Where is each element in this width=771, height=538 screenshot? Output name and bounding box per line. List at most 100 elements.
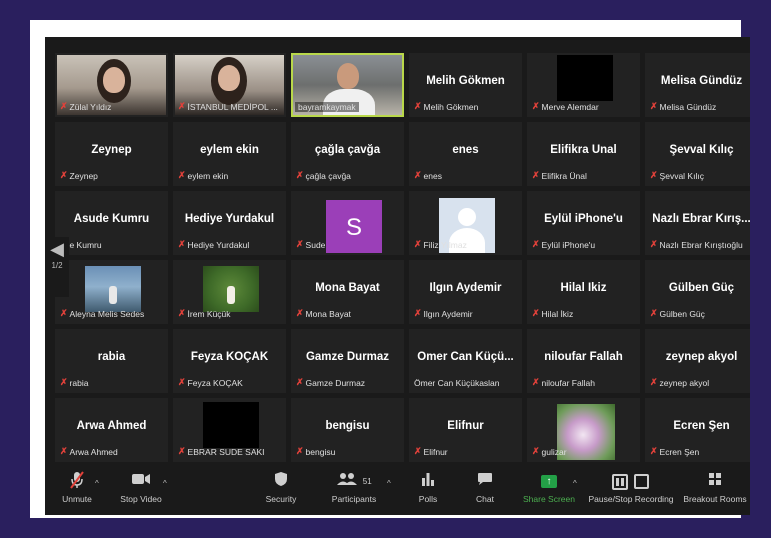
participant-tile[interactable]: Mona Bayat ✗ Mona Bayat <box>291 260 404 324</box>
participant-name: Gamze Durmaz <box>305 377 366 388</box>
participant-name: Hediye Yurdakul <box>187 239 250 250</box>
participant-tile[interactable]: ✗ Zülal Yıldız <box>55 53 168 117</box>
mic-muted-icon: ✗ <box>532 170 540 180</box>
unmute-label: Unmute <box>62 494 92 504</box>
participant-display-name: Eylül iPhone'u <box>544 213 623 225</box>
mic-muted-icon: ✗ <box>60 170 68 180</box>
participant-tile[interactable]: ✗ Merve Alemdar <box>527 53 640 117</box>
participant-tile[interactable]: Ecren Şen ✗ Ecren Şen <box>645 398 750 462</box>
share-options-caret-icon[interactable]: ^ <box>573 479 577 488</box>
participant-tile[interactable]: Arwa Ahmed ✗ Arwa Ahmed <box>55 398 168 462</box>
participants-label: Participants <box>331 494 377 504</box>
video-feed-dark <box>203 402 259 448</box>
audio-options-caret-icon[interactable]: ^ <box>95 479 99 488</box>
mic-muted-icon: ✗ <box>414 239 422 249</box>
participant-name: niloufar Fallah <box>541 377 595 388</box>
participant-display-name: Nazlı Ebrar Kırış... <box>652 213 750 225</box>
mic-muted-icon: ✗ <box>532 446 540 456</box>
chat-bubble-icon <box>469 471 501 493</box>
share-screen-button[interactable]: ↑ Share Screen <box>521 471 577 504</box>
profile-picture <box>85 266 141 312</box>
participant-display-name: Hilal İkiz <box>560 282 607 294</box>
participant-tile[interactable]: bengisu ✗ bengisu <box>291 398 404 462</box>
participant-tile[interactable]: Gamze Durmaz ✗ Gamze Durmaz <box>291 329 404 393</box>
participant-tile[interactable]: Elifnur ✗ Elifnur <box>409 398 522 462</box>
participant-tile[interactable]: Melih Gökmen ✗ Melih Gökmen <box>409 53 522 117</box>
participant-display-name: Mona Bayat <box>315 282 380 294</box>
participant-display-name: Gamze Durmaz <box>305 351 390 363</box>
participant-tile[interactable]: ✗ EBRAR SUDE SAKI <box>173 398 286 462</box>
security-button[interactable]: Security <box>261 471 301 504</box>
participant-display-name: eylem ekin <box>200 144 259 156</box>
participant-name: gulizar <box>541 446 567 457</box>
participant-tile[interactable]: Nazlı Ebrar Kırış... ✗ Nazlı Ebrar Kırışt… <box>645 191 750 255</box>
participant-display-name: niloufar Fallah <box>544 351 623 363</box>
participant-display-name: Elifikra Ünal <box>550 144 617 156</box>
mic-muted-icon: ✗ <box>650 377 658 387</box>
chat-button[interactable]: Chat <box>469 471 501 504</box>
participants-button[interactable]: 51 Participants <box>325 471 383 504</box>
participant-name: Hilal İkiz <box>541 308 574 319</box>
unmute-button[interactable]: Unmute <box>55 471 99 504</box>
participant-tile[interactable]: niloufar Fallah ✗ niloufar Fallah <box>527 329 640 393</box>
participant-tile[interactable]: Gülben Güç ✗ Gülben Güç <box>645 260 750 324</box>
mic-muted-icon: ✗ <box>650 446 658 456</box>
participant-tile[interactable]: Asude Kumru ude Kumru <box>55 191 168 255</box>
participant-tile[interactable]: Hilal İkiz ✗ Hilal İkiz <box>527 260 640 324</box>
mic-muted-icon: ✗ <box>650 239 658 249</box>
participant-tile[interactable]: Zeynep ✗ Zeynep <box>55 122 168 186</box>
mic-muted-icon: ✗ <box>60 101 68 111</box>
mic-muted-icon: ✗ <box>532 239 540 249</box>
participant-display-name: Şevval Kılıç <box>669 144 734 156</box>
participant-tile[interactable]: ✗ Aleyna Melis Sedes <box>55 260 168 324</box>
polls-button[interactable]: Polls <box>411 471 445 504</box>
participant-tile[interactable]: ✗ gulizar <box>527 398 640 462</box>
mic-muted-icon: ✗ <box>650 170 658 180</box>
participant-name: Gülben Güç <box>659 308 705 319</box>
mic-muted-icon: ✗ <box>178 101 186 111</box>
participants-count: 51 <box>362 477 372 486</box>
share-screen-arrow-icon: ↑ <box>541 475 557 489</box>
previous-page-button[interactable]: ◀ 1/2 <box>45 237 69 297</box>
participant-tile[interactable]: eylem ekin ✗ eylem ekin <box>173 122 286 186</box>
breakout-rooms-button[interactable]: Breakout Rooms <box>682 471 748 504</box>
participant-tile[interactable]: Eylül iPhone'u ✗ Eylül iPhone'u <box>527 191 640 255</box>
participant-name: Nazlı Ebrar Kırıştıoğlu <box>659 239 743 250</box>
stop-video-button[interactable]: Stop Video <box>115 471 167 504</box>
participant-tile[interactable]: zeynep akyol ✗ zeynep akyol <box>645 329 750 393</box>
video-options-caret-icon[interactable]: ^ <box>163 479 167 488</box>
mic-muted-icon: ✗ <box>178 377 186 387</box>
participant-tile[interactable]: çağla çavğa ✗ çağla çavğa <box>291 122 404 186</box>
participant-name: eylem ekin <box>187 170 229 181</box>
participant-display-name: Ömer Can Küçü... <box>417 351 514 363</box>
active-speaker-tile[interactable]: bayramkaymak <box>291 53 404 117</box>
participant-tile[interactable]: ✗ Filiz Yılmaz <box>409 191 522 255</box>
participant-tile[interactable]: rabia ✗ rabia <box>55 329 168 393</box>
participant-tile[interactable]: Şevval Kılıç ✗ Şevval Kılıç <box>645 122 750 186</box>
participant-display-name: Ilgın Aydemir <box>429 282 502 294</box>
pause-stop-recording-button[interactable]: Pause/Stop Recording <box>588 471 674 504</box>
participant-tile[interactable]: Hediye Yurdakul ✗ Hediye Yurdakul <box>173 191 286 255</box>
microphone-muted-icon <box>55 471 99 493</box>
participant-tile[interactable]: Ilgın Aydemir ✗ Ilgın Aydemir <box>409 260 522 324</box>
mic-muted-icon: ✗ <box>532 101 540 111</box>
mic-muted-icon: ✗ <box>60 308 68 318</box>
participant-tile[interactable]: ✗ İrem Küçük <box>173 260 286 324</box>
breakout-rooms-label: Breakout Rooms <box>683 494 747 504</box>
mic-muted-icon: ✗ <box>414 101 422 111</box>
participant-tile[interactable]: Feyza KOÇAK ✗ Feyza KOÇAK <box>173 329 286 393</box>
participant-name: Ilgın Aydemir <box>423 308 473 319</box>
participant-tile[interactable]: Elifikra Ünal ✗ Elifikra Ünal <box>527 122 640 186</box>
participant-tile[interactable]: enes ✗ enes <box>409 122 522 186</box>
participant-tile[interactable]: S ✗ Sude <box>291 191 404 255</box>
video-feed-dark <box>557 55 613 101</box>
stop-icon <box>633 474 649 490</box>
participant-name: zeynep akyol <box>659 377 710 388</box>
participants-options-caret-icon[interactable]: ^ <box>387 479 391 488</box>
participant-tile[interactable]: Melisa Gündüz ✗ Melisa Gündüz <box>645 53 750 117</box>
participant-tile[interactable]: ✗ İSTANBUL MEDİPOL ... <box>173 53 286 117</box>
video-camera-icon <box>115 471 167 493</box>
breakout-rooms-icon <box>682 471 748 493</box>
participant-tile[interactable]: Ömer Can Küçü... Ömer Can Küçükaslan <box>409 329 522 393</box>
participant-name: enes <box>423 170 442 181</box>
